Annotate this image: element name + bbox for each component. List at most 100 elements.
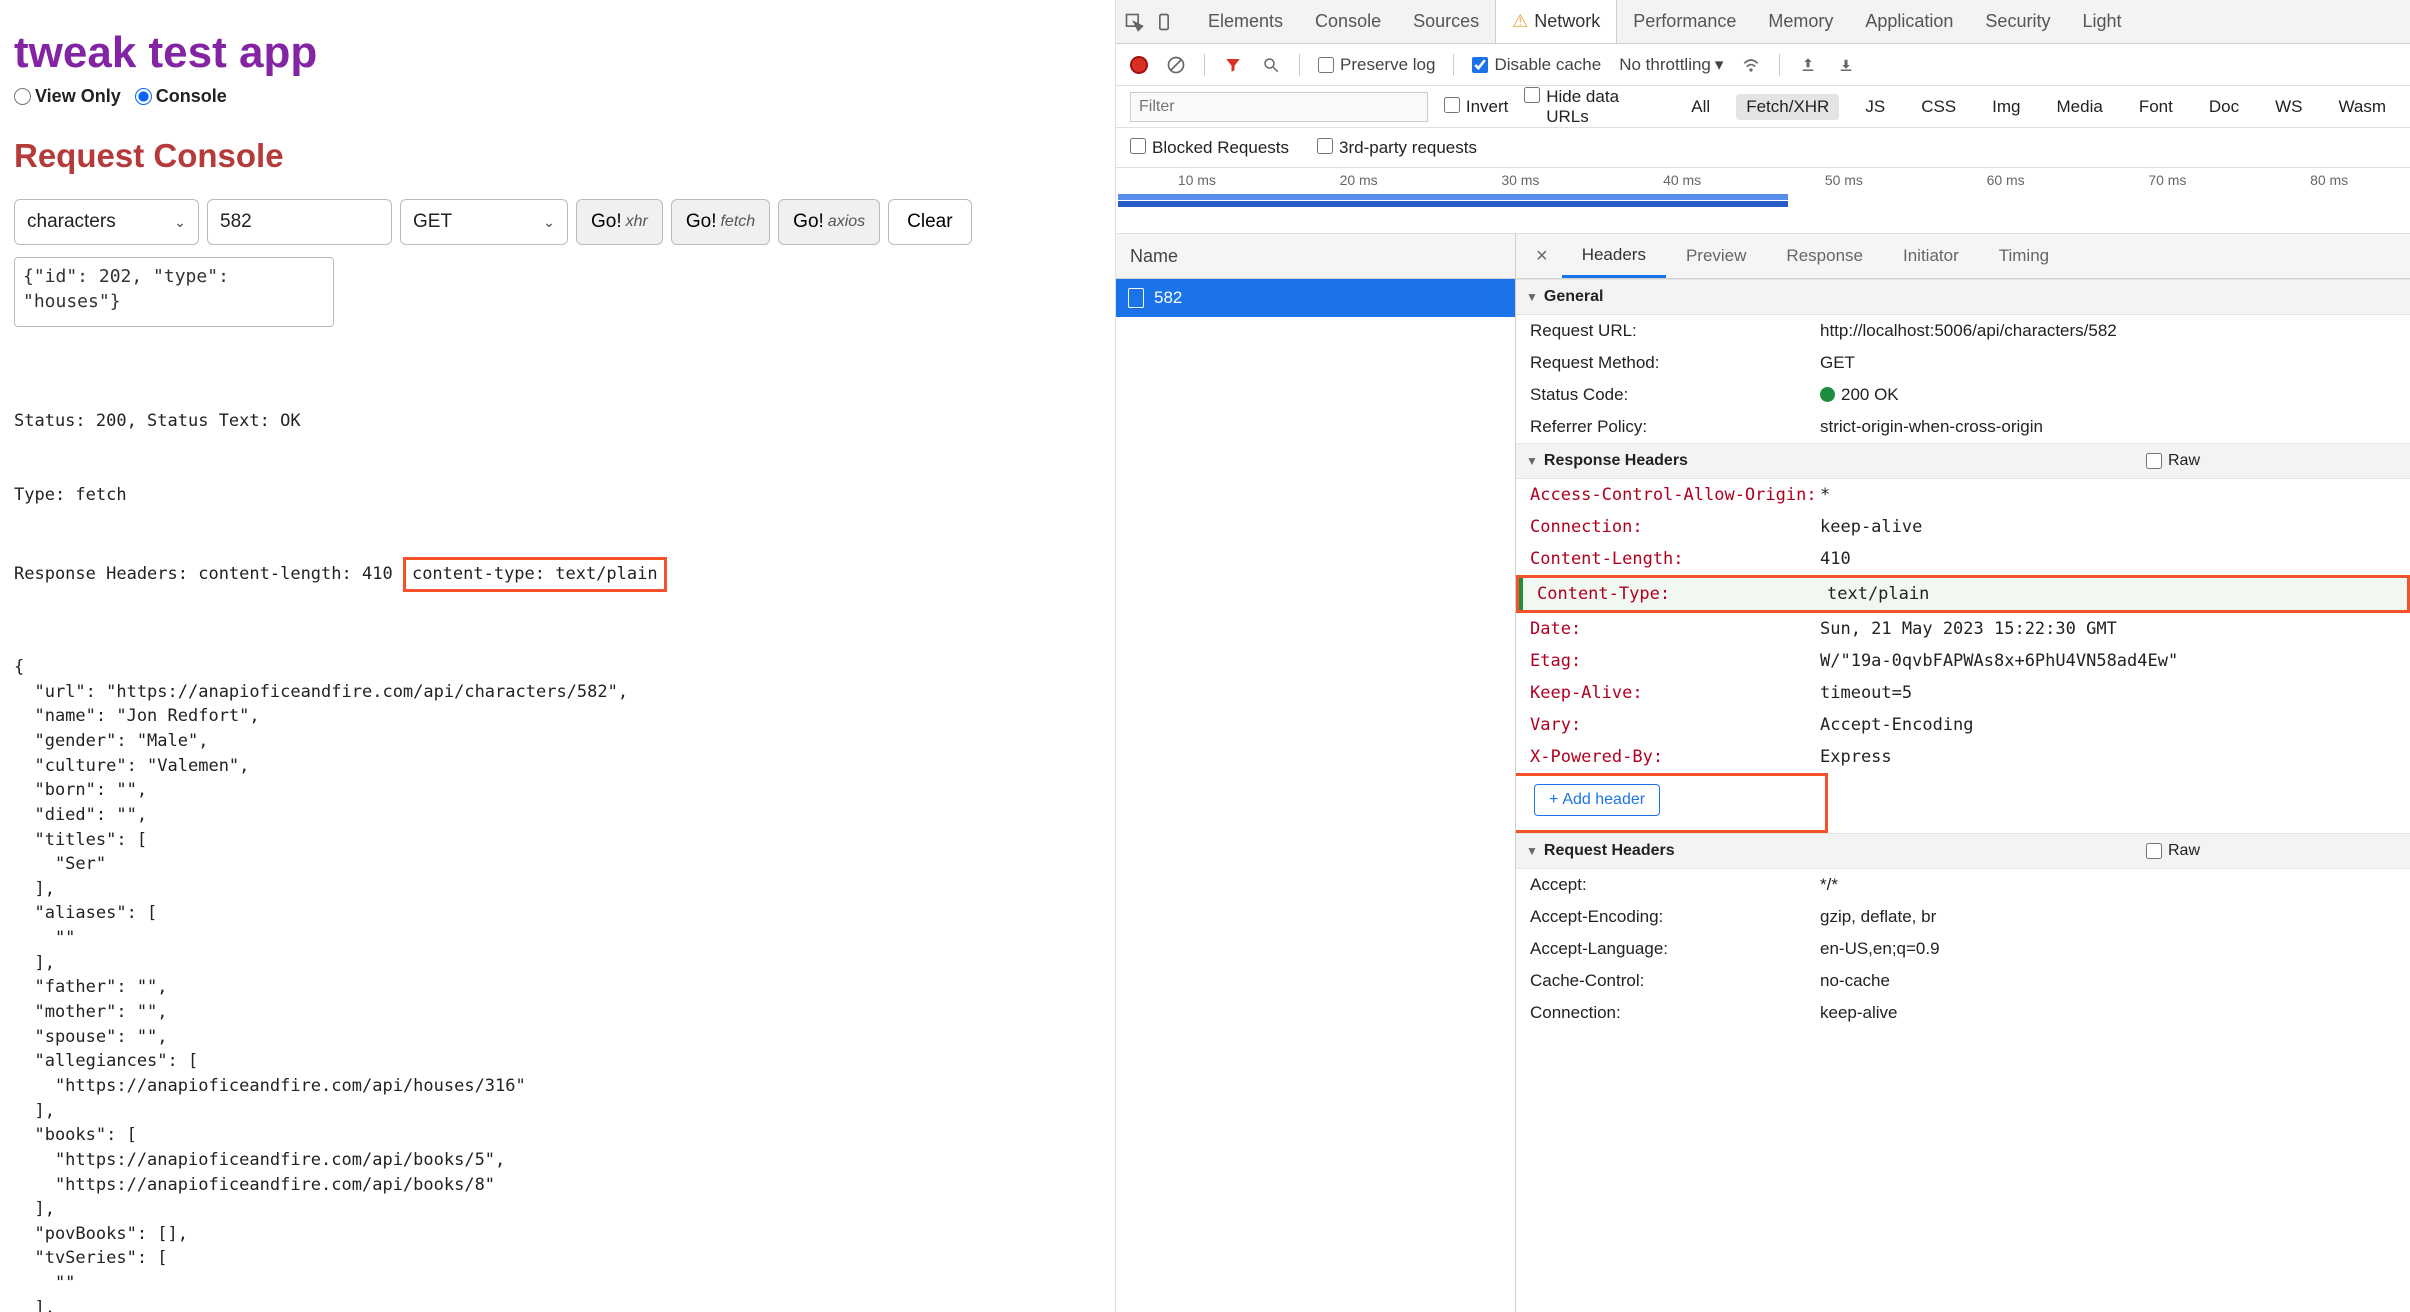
header-row: Accept:*/* <box>1516 869 2410 901</box>
header-row: Date:Sun, 21 May 2023 15:22:30 GMT <box>1516 613 2410 645</box>
upload-icon[interactable] <box>1798 55 1818 75</box>
resource-select[interactable]: characters ⌄ <box>14 199 199 245</box>
request-url-value: http://localhost:5006/api/characters/582 <box>1820 321 2400 341</box>
dtab-headers[interactable]: Headers <box>1562 234 1666 278</box>
dtab-preview[interactable]: Preview <box>1666 234 1766 278</box>
tab-elements[interactable]: Elements <box>1192 0 1299 43</box>
plus-icon: + <box>1549 791 1558 809</box>
filter-fetchxhr[interactable]: Fetch/XHR <box>1736 94 1839 120</box>
close-icon[interactable]: × <box>1522 245 1562 268</box>
status-line-3: Response Headers: content-length: 410 co… <box>14 557 1101 592</box>
record-icon[interactable] <box>1130 56 1148 74</box>
status-line-1: Status: 200, Status Text: OK <box>14 409 1101 434</box>
filter-ws[interactable]: WS <box>2265 94 2312 120</box>
timeline-bar <box>1118 201 1788 207</box>
filter-img[interactable]: Img <box>1982 94 2030 120</box>
go-xhr-button[interactable]: Go!xhr <box>576 199 663 245</box>
header-row: X-Powered-By:Express <box>1516 741 2410 773</box>
dtab-response[interactable]: Response <box>1766 234 1883 278</box>
network-timeline[interactable]: 10 ms 20 ms 30 ms 40 ms 50 ms 60 ms 70 m… <box>1116 168 2410 234</box>
raw-checkbox[interactable]: Raw <box>2146 452 2200 470</box>
request-row-name: 582 <box>1154 288 1182 308</box>
section-response-headers[interactable]: ▼Response HeadersRaw <box>1516 443 2410 479</box>
header-row: Connection:keep-alive <box>1516 997 2410 1029</box>
network-extra-row: Blocked Requests 3rd-party requests <box>1116 128 2410 168</box>
invert-checkbox[interactable]: Invert <box>1444 97 1509 117</box>
section-request-headers[interactable]: ▼Request HeadersRaw <box>1516 833 2410 869</box>
status-code-value: 200 OK <box>1820 385 2400 405</box>
filter-wasm[interactable]: Wasm <box>2328 94 2396 120</box>
filter-media[interactable]: Media <box>2047 94 2113 120</box>
filter-js[interactable]: JS <box>1855 94 1895 120</box>
third-party-checkbox[interactable]: 3rd-party requests <box>1317 138 1477 158</box>
status-code-label: Status Code: <box>1530 385 1820 405</box>
devtools-pane: Elements Console Sources ⚠Network Perfor… <box>1115 0 2410 1312</box>
throttling-select[interactable]: No throttling ▾ <box>1619 55 1723 75</box>
section-general[interactable]: ▼General <box>1516 279 2410 315</box>
filter-input[interactable] <box>1130 92 1428 122</box>
network-toolbar: Preserve log Disable cache No throttling… <box>1116 44 2410 86</box>
tab-performance[interactable]: Performance <box>1617 0 1752 43</box>
header-row: Connection:keep-alive <box>1516 511 2410 543</box>
status-line-2: Type: fetch <box>14 483 1101 508</box>
download-icon[interactable] <box>1836 55 1856 75</box>
app-title: tweak test app <box>14 28 1101 78</box>
request-list-header[interactable]: Name <box>1116 234 1515 279</box>
referrer-policy-value: strict-origin-when-cross-origin <box>1820 417 2400 437</box>
request-row[interactable]: 582 <box>1116 279 1515 317</box>
blocked-requests-checkbox[interactable]: Blocked Requests <box>1130 138 1289 158</box>
request-list: Name 582 <box>1116 234 1516 1312</box>
filter-css[interactable]: CSS <box>1911 94 1966 120</box>
referrer-policy-label: Referrer Policy: <box>1530 417 1820 437</box>
mode-selector: View Only Console <box>14 86 1101 107</box>
filter-icon[interactable] <box>1223 55 1243 75</box>
go-fetch-button[interactable]: Go!fetch <box>671 199 770 245</box>
id-input-value: 582 <box>220 211 252 233</box>
file-icon <box>1128 288 1144 308</box>
id-input[interactable]: 582 <box>207 199 392 245</box>
tab-sources[interactable]: Sources <box>1397 0 1495 43</box>
device-icon[interactable] <box>1154 12 1174 32</box>
inspect-icon[interactable] <box>1124 12 1144 32</box>
tab-lighthouse[interactable]: Light <box>2066 0 2137 43</box>
mode-console-radio[interactable] <box>135 88 152 105</box>
add-header-button[interactable]: +Add header <box>1534 784 1660 816</box>
filter-all[interactable]: All <box>1681 94 1720 120</box>
go-axios-button[interactable]: Go!axios <box>778 199 880 245</box>
filter-doc[interactable]: Doc <box>2199 94 2249 120</box>
chevron-down-icon: ⌄ <box>174 214 186 231</box>
triangle-down-icon: ▼ <box>1526 454 1538 468</box>
tab-memory[interactable]: Memory <box>1752 0 1849 43</box>
network-filter-row: Invert Hide data URLs All Fetch/XHR JS C… <box>1116 86 2410 128</box>
tab-application[interactable]: Application <box>1849 0 1969 43</box>
request-body-textarea[interactable]: {"id": 202, "type": "houses"} <box>14 257 334 327</box>
mode-console[interactable]: Console <box>135 86 227 107</box>
method-select-value: GET <box>413 211 452 233</box>
method-select[interactable]: GET ⌄ <box>400 199 568 245</box>
header-row: Accept-Encoding:gzip, deflate, br <box>1516 901 2410 933</box>
tab-console[interactable]: Console <box>1299 0 1397 43</box>
header-row: Vary:Accept-Encoding <box>1516 709 2410 741</box>
chevron-down-icon: ▾ <box>1715 55 1724 75</box>
search-icon[interactable] <box>1261 55 1281 75</box>
content-type-highlight: content-type: text/plain <box>403 557 667 592</box>
detail-tabs: × Headers Preview Response Initiator Tim… <box>1516 234 2410 279</box>
mode-view-only[interactable]: View Only <box>14 86 121 107</box>
mode-view-only-radio[interactable] <box>14 88 31 105</box>
tab-security[interactable]: Security <box>1969 0 2066 43</box>
network-body: Name 582 × Headers Preview Response Init… <box>1116 234 2410 1312</box>
dtab-timing[interactable]: Timing <box>1979 234 2069 278</box>
chevron-down-icon: ⌄ <box>543 214 555 231</box>
disable-cache[interactable]: Disable cache <box>1472 55 1601 75</box>
clear-button[interactable]: Clear <box>888 199 971 245</box>
raw-checkbox[interactable]: Raw <box>2146 842 2200 860</box>
mode-view-only-label: View Only <box>35 86 121 107</box>
tab-network[interactable]: ⚠Network <box>1495 0 1617 43</box>
dtab-initiator[interactable]: Initiator <box>1883 234 1979 278</box>
hide-data-urls-checkbox[interactable]: Hide data URLs <box>1524 87 1665 127</box>
wifi-icon[interactable] <box>1741 55 1761 75</box>
timeline-bar <box>1118 194 1788 200</box>
stop-icon[interactable] <box>1166 55 1186 75</box>
preserve-log[interactable]: Preserve log <box>1318 55 1435 75</box>
filter-font[interactable]: Font <box>2129 94 2183 120</box>
